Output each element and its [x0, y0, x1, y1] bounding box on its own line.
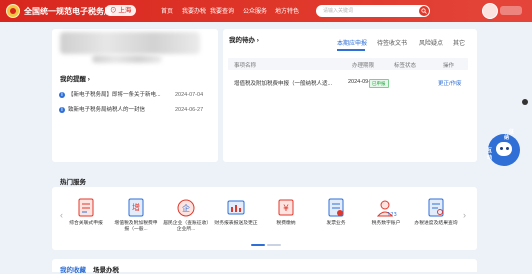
- carousel-page-indicator-active[interactable]: [251, 244, 265, 246]
- site-title[interactable]: 全国统一规范电子税务局: [24, 6, 112, 17]
- tab-other[interactable]: 其它: [453, 38, 465, 47]
- info-icon: i: [59, 107, 65, 113]
- service-label: 税费缴纳: [276, 221, 296, 226]
- service-label: 综合关联式申报: [69, 221, 103, 226]
- helper-label: 征: [509, 129, 515, 135]
- service-vat-declaration[interactable]: 增 增值税及附加税费申报（一般...: [113, 198, 159, 240]
- column-header: 办理期限: [352, 63, 375, 69]
- todo-title[interactable]: 我的待办 ›: [229, 34, 259, 44]
- service-label: 居民企业（查账征收）企业所...: [163, 221, 209, 232]
- region-selector[interactable]: ⊙ 上海: [105, 5, 137, 16]
- reminder-item[interactable]: i 致新电子税务局纳税人的一封信 2024-06-27: [59, 106, 214, 116]
- form-icon: [78, 198, 94, 217]
- interaction-helper-button[interactable]: 征 纳 互 动: [482, 128, 522, 168]
- top-header: 全国统一规范电子税务局 ⊙ 上海 首页 我要办税 我要查询 公众服务 地方特色 …: [0, 0, 532, 22]
- search-icon: [421, 8, 427, 14]
- reminder-item[interactable]: i 【新电子税务局】即将一条关于新电... 2024-07-04: [59, 91, 214, 101]
- search-input[interactable]: 请输入关键词: [323, 7, 353, 15]
- reminder-date: 2024-06-27: [175, 107, 204, 113]
- enterprise-income-icon: 企: [177, 199, 195, 217]
- service-comprehensive-declaration[interactable]: 综合关联式申报: [63, 198, 109, 240]
- tax-emblem-icon: [6, 4, 20, 18]
- region-label: 上海: [118, 7, 132, 14]
- helper-label: 互: [487, 148, 493, 154]
- svg-text:123: 123: [387, 212, 397, 218]
- mascot-face: [496, 142, 512, 156]
- progress-query-icon: [428, 198, 444, 217]
- nav-query[interactable]: 我要查询: [210, 6, 234, 15]
- helper-label: 纳: [504, 135, 510, 141]
- reminder-text[interactable]: 致新电子税务局纳税人的一封信: [68, 106, 168, 114]
- column-header: 操作: [443, 63, 455, 69]
- helper-label: 动: [487, 155, 493, 161]
- tab-my-favorites[interactable]: 我的收藏: [60, 264, 86, 274]
- collapse-helper-icon[interactable]: [522, 99, 528, 105]
- service-label: 财务报表报送及更正: [214, 221, 258, 226]
- user-avatar[interactable]: [482, 3, 498, 19]
- service-digital-account[interactable]: 123 税务数字账户: [363, 198, 409, 240]
- tab-risk-points[interactable]: 风险疑点: [419, 38, 443, 47]
- tax-payment-icon: ¥: [278, 199, 294, 216]
- table-header: [228, 58, 468, 70]
- company-info-redacted: [60, 32, 200, 54]
- nav-public-service[interactable]: 公众服务: [243, 6, 267, 15]
- service-invoice[interactable]: 发票业务: [313, 198, 359, 240]
- active-tab-indicator: [337, 49, 365, 51]
- tax-declare-icon: 增: [128, 198, 144, 217]
- carousel-page-indicator[interactable]: [267, 244, 281, 246]
- service-label: 税务数字账户: [371, 221, 401, 226]
- service-enterprise-income-tax[interactable]: 企 居民企业（查账征收）企业所...: [163, 198, 209, 240]
- invoice-icon: [328, 198, 344, 217]
- svg-text:¥: ¥: [283, 204, 289, 214]
- carousel-next-button[interactable]: ›: [463, 210, 466, 220]
- status-badge: 已申报: [369, 79, 389, 88]
- column-header: 事项名称: [234, 63, 257, 69]
- company-id-redacted: [92, 55, 162, 63]
- financial-report-icon: [227, 200, 245, 215]
- tab-scenario-tax[interactable]: 场景办税: [93, 264, 119, 274]
- reminder-text[interactable]: 【新电子税务局】即将一条关于新电...: [68, 91, 168, 99]
- search-box[interactable]: 请输入关键词: [316, 5, 430, 17]
- reminders-title[interactable]: 我的提醒 ›: [60, 73, 90, 83]
- service-financial-report[interactable]: 财务报表报送及更正: [213, 198, 259, 240]
- svg-text:企: 企: [182, 203, 190, 213]
- service-tax-payment[interactable]: ¥ 税费缴纳: [263, 198, 309, 240]
- service-label: 办税进度及结果查询: [414, 221, 458, 226]
- column-header: 标签状态: [394, 63, 417, 69]
- service-progress-query[interactable]: 办税进度及结果查询: [413, 198, 459, 240]
- nav-local-feature[interactable]: 地方特色: [275, 6, 299, 15]
- mascot-eye: [506, 147, 509, 150]
- svg-text:增: 增: [132, 202, 140, 212]
- nav-home[interactable]: 首页: [161, 6, 173, 15]
- user-name-redacted[interactable]: [500, 6, 522, 15]
- todo-item-name[interactable]: 增值税及附加税费申报（一般纳税人适...: [234, 79, 338, 87]
- search-button[interactable]: [419, 6, 429, 16]
- digital-account-icon: 123: [376, 200, 397, 218]
- service-label: 发票业务: [326, 221, 346, 226]
- tab-documents-to-sign[interactable]: 待签收文书: [377, 38, 407, 47]
- nav-handle-tax[interactable]: 我要办税: [182, 6, 206, 15]
- mascot-eye: [500, 147, 503, 150]
- hot-services-title: 热门服务: [60, 179, 86, 186]
- correct-void-link[interactable]: 更正/作废: [438, 79, 462, 87]
- reminder-date: 2024-07-04: [175, 92, 204, 98]
- info-icon: i: [59, 92, 65, 98]
- service-label: 增值税及附加税费申报（一般...: [114, 221, 158, 232]
- tab-current-declaration[interactable]: 本期应申报: [337, 38, 367, 47]
